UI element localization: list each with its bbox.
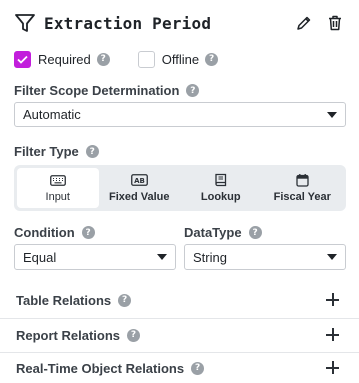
filter-type-input-label: Input: [45, 191, 70, 203]
help-icon[interactable]: ?: [191, 361, 205, 375]
report-relations-section[interactable]: Report Relations ?: [0, 318, 359, 352]
table-relations-label: Table Relations: [16, 292, 112, 308]
filter-type-lookup-label: Lookup: [200, 191, 241, 203]
panel-title: Extraction Period: [44, 13, 212, 33]
filter-type-label-text: Filter Type: [14, 144, 79, 159]
header-actions: [295, 14, 344, 32]
help-icon[interactable]: ?: [186, 84, 200, 97]
pencil-icon[interactable]: [295, 14, 313, 32]
option-checkboxes: Required ? Offline ?: [14, 50, 219, 68]
svg-text:AB: AB: [134, 177, 145, 185]
plus-icon[interactable]: [326, 328, 339, 341]
filter-type-fixed-value[interactable]: AB Fixed Value: [99, 168, 181, 208]
offline-label: Offline: [161, 51, 200, 67]
chevron-down-icon: [327, 112, 337, 118]
ab-icon: AB: [130, 173, 148, 187]
scope-label-text: Filter Scope Determination: [14, 83, 180, 98]
book-icon: [215, 173, 227, 187]
datatype-label: DataType ?: [184, 225, 262, 240]
condition-select[interactable]: Equal: [14, 244, 176, 270]
help-icon[interactable]: ?: [127, 328, 141, 342]
required-checkbox-box[interactable]: [14, 50, 31, 68]
filter-icon: [14, 12, 36, 34]
help-icon[interactable]: ?: [81, 226, 95, 239]
panel-header: Extraction Period: [14, 10, 344, 36]
chevron-down-icon: [157, 254, 167, 260]
scope-select-value: Automatic: [23, 107, 81, 122]
datatype-label-text: DataType: [184, 225, 242, 240]
datatype-select[interactable]: String: [184, 244, 346, 270]
trash-icon[interactable]: [326, 14, 344, 32]
filter-type-fiscal-year[interactable]: Fiscal Year: [262, 168, 344, 208]
help-icon[interactable]: ?: [85, 145, 99, 158]
filter-type-lookup[interactable]: Lookup: [180, 168, 262, 208]
help-icon[interactable]: ?: [248, 226, 262, 239]
condition-label-text: Condition: [14, 225, 75, 240]
report-relations-label: Report Relations: [16, 327, 121, 343]
condition-select-value: Equal: [23, 249, 57, 265]
keyboard-icon: [49, 173, 66, 187]
filter-type-segmented-control: Input AB Fixed Value Lookup Fiscal Year: [14, 165, 346, 211]
help-icon[interactable]: ?: [205, 52, 219, 66]
scope-select[interactable]: Automatic: [14, 102, 346, 127]
table-relations-section[interactable]: Table Relations ?: [0, 283, 359, 317]
scope-label: Filter Scope Determination ?: [14, 83, 200, 98]
chevron-down-icon: [327, 254, 337, 260]
filter-type-fixed-value-label: Fixed Value: [108, 191, 170, 203]
required-label: Required: [38, 51, 91, 67]
required-checkbox[interactable]: Required ?: [14, 50, 110, 68]
condition-label: Condition ?: [14, 225, 95, 240]
offline-checkbox[interactable]: Offline ?: [137, 50, 219, 68]
plus-icon[interactable]: [326, 361, 339, 374]
calendar-icon: [296, 173, 309, 187]
filter-type-label: Filter Type ?: [14, 144, 99, 159]
real-time-object-relations-section[interactable]: Real-Time Object Relations ?: [0, 351, 359, 383]
help-icon[interactable]: ?: [118, 293, 132, 307]
filter-type-input[interactable]: Input: [17, 168, 99, 208]
datatype-select-value: String: [193, 249, 227, 265]
filter-type-fiscal-year-label: Fiscal Year: [273, 191, 331, 203]
real-time-object-relations-label: Real-Time Object Relations: [16, 360, 185, 376]
offline-checkbox-box[interactable]: [137, 50, 155, 68]
help-icon[interactable]: ?: [96, 52, 110, 66]
plus-icon[interactable]: [326, 293, 339, 306]
